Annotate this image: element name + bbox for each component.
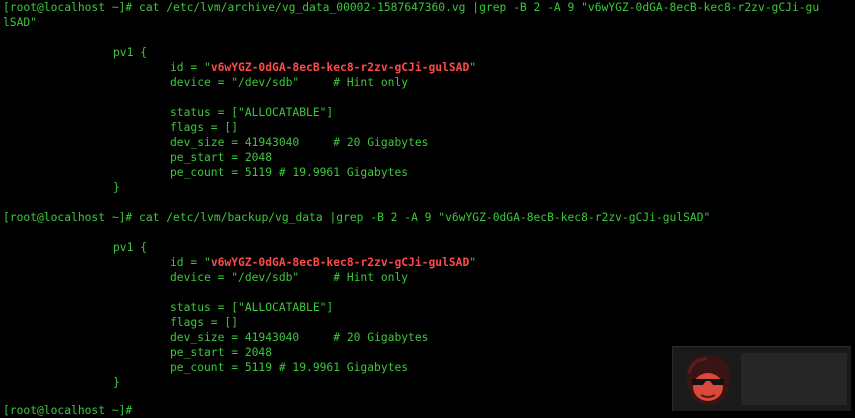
pv-device-line: device = "/dev/sdb" # Hint only: [170, 271, 409, 284]
pv-flags-line: flags = []: [170, 121, 239, 134]
pv-pe-start-line: pe_start = 2048: [170, 151, 273, 164]
command-prompt: [root@localhost ~]#: [3, 404, 133, 417]
command-line: [root@localhost ~]# cat /etc/lvm/archive…: [3, 1, 820, 14]
pv-pe-start-line: pe_start = 2048: [170, 346, 273, 359]
pv-id-prefix: id = ": [170, 61, 211, 74]
pv-id-suffix: ": [469, 256, 477, 269]
pv-block-open: pv1 {: [113, 46, 148, 59]
pv-pe-count-line: pe_count = 5119 # 19.9961 Gigabytes: [170, 361, 409, 374]
pv-block-open: pv1 {: [113, 241, 148, 254]
pv-block-close: }: [113, 181, 120, 194]
pv-id-match: v6wYGZ-0dGA-8ecB-kec8-r2zv-gCJi-gulSAD: [210, 256, 470, 269]
sunglasses-mascot-icon: [679, 349, 737, 411]
pv-id-suffix: ": [469, 61, 477, 74]
pv-block-close: }: [113, 376, 120, 389]
watermark: [672, 346, 851, 411]
pv-flags-line: flags = []: [170, 316, 239, 329]
pv-id-line: id = "v6wYGZ-0dGA-8ecB-kec8-r2zv-gCJi-gu…: [170, 60, 476, 75]
command-line: [root@localhost ~]# cat /etc/lvm/backup/…: [3, 211, 711, 224]
pv-dev-size-line: dev_size = 41943040 # 20 Gigabytes: [170, 331, 429, 344]
pv-dev-size-line: dev_size = 41943040 # 20 Gigabytes: [170, 136, 429, 149]
pv-status-line: status = ["ALLOCATABLE"]: [170, 301, 334, 314]
pv-id-match: v6wYGZ-0dGA-8ecB-kec8-r2zv-gCJi-gulSAD: [210, 61, 470, 74]
pv-id-line: id = "v6wYGZ-0dGA-8ecB-kec8-r2zv-gCJi-gu…: [170, 255, 476, 270]
watermark-panel: [741, 353, 847, 405]
command-line-wrap: lSAD": [3, 16, 38, 29]
pv-id-prefix: id = ": [170, 256, 211, 269]
pv-device-line: device = "/dev/sdb" # Hint only: [170, 76, 409, 89]
pv-status-line: status = ["ALLOCATABLE"]: [170, 106, 334, 119]
pv-pe-count-line: pe_count = 5119 # 19.9961 Gigabytes: [170, 166, 409, 179]
